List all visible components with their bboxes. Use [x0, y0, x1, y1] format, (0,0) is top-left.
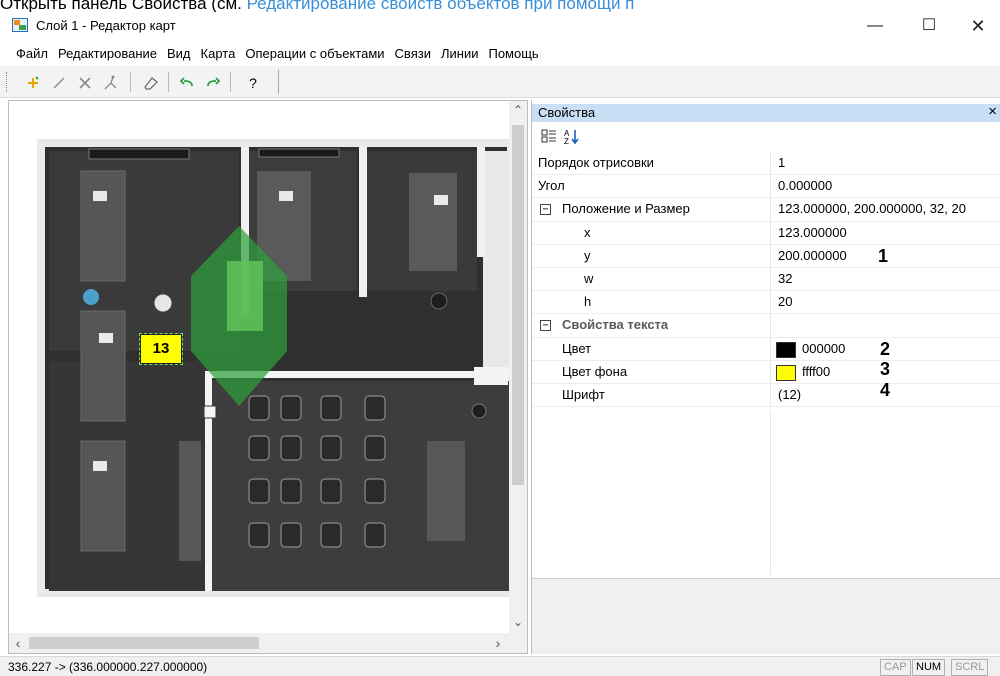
- map-pane: 13 ⌃ ⌄ ‹ ›: [8, 100, 528, 654]
- redo-icon[interactable]: [204, 74, 222, 92]
- property-value[interactable]: 32: [778, 271, 792, 286]
- property-row[interactable]: Цвет 000000 2: [532, 337, 1000, 361]
- scroll-right-icon[interactable]: ›: [489, 633, 507, 653]
- svg-text:Z: Z: [564, 137, 569, 146]
- map-text-object-13[interactable]: 13: [139, 333, 183, 365]
- num-lock-indicator: NUM: [912, 659, 946, 676]
- property-name: Цвет: [562, 340, 592, 356]
- property-name: y: [584, 247, 591, 263]
- maximize-button[interactable]: ☐: [906, 12, 952, 40]
- property-value[interactable]: 20: [778, 294, 792, 309]
- vertical-scrollbar[interactable]: ⌃ ⌄: [509, 101, 527, 633]
- scroll-left-icon[interactable]: ‹: [9, 633, 27, 653]
- collapse-icon[interactable]: −: [540, 204, 551, 216]
- alphabetical-sort-icon[interactable]: AZ: [562, 128, 580, 146]
- property-row[interactable]: Шрифт (12) 4: [532, 380, 1000, 408]
- window-title: Слой 1 - Редактор карт: [36, 18, 176, 33]
- category-name: Свойства текста: [562, 317, 669, 333]
- map-editor-app-icon: [12, 18, 28, 32]
- property-name: w: [584, 270, 594, 286]
- property-row[interactable]: w 32: [532, 267, 1000, 292]
- scroll-up-icon[interactable]: ⌃: [509, 101, 527, 119]
- property-description-box: [532, 578, 1000, 654]
- eraser-icon[interactable]: [142, 74, 160, 92]
- draw-line-icon[interactable]: [50, 74, 68, 92]
- annotation-number: 3: [880, 358, 891, 379]
- menu-file[interactable]: Файл: [11, 40, 53, 61]
- property-row-group[interactable]: − Положение и Размер 123.000000, 200.000…: [532, 198, 1000, 222]
- property-grid-empty: [532, 410, 1000, 575]
- property-name: x: [584, 224, 591, 240]
- delete-icon[interactable]: [76, 74, 94, 92]
- document-caption: Открыть панель Свойства (см. Редактирова…: [0, 0, 634, 13]
- map-canvas[interactable]: 13: [9, 101, 509, 633]
- toolbar-grip[interactable]: [6, 72, 9, 92]
- properties-close-icon[interactable]: ×: [988, 103, 997, 120]
- property-value[interactable]: ffff00: [802, 364, 830, 379]
- vertical-scroll-thumb[interactable]: [512, 125, 524, 485]
- close-button[interactable]: ✕: [955, 12, 1000, 40]
- property-value[interactable]: 123.000000: [778, 225, 847, 240]
- menu-map[interactable]: Карта: [196, 40, 241, 61]
- property-row[interactable]: h 20: [532, 291, 1000, 315]
- scroll-corner: [509, 633, 527, 653]
- property-row[interactable]: x 123.000000: [532, 221, 1000, 245]
- add-point-icon[interactable]: [24, 74, 42, 92]
- office-floorplan: [9, 101, 509, 633]
- status-bar: 336.227 -> (336.000000.227.000000) CAP N…: [0, 656, 1000, 676]
- background-color-swatch[interactable]: [776, 364, 796, 381]
- property-row[interactable]: y 200.000000 1: [532, 244, 1000, 268]
- annotation-number: 2: [880, 338, 891, 359]
- menu-object-operations[interactable]: Операции с объектами: [240, 40, 389, 61]
- property-grid: Порядок отрисовки 1 Угол 0.000000 − Поло…: [532, 152, 1000, 408]
- property-row[interactable]: Цвет фона ffff00 3: [532, 358, 1000, 384]
- property-name: Угол: [538, 178, 565, 194]
- annotation-number: 4: [880, 379, 891, 400]
- scroll-lock-indicator: SCRL: [951, 659, 989, 676]
- property-name: Шрифт: [562, 386, 605, 402]
- property-value[interactable]: 0.000000: [778, 178, 832, 193]
- properties-panel: Свойства × AZ Порядок отрисовки 1 Угол 0…: [531, 100, 1000, 654]
- categorized-view-icon[interactable]: [540, 128, 558, 146]
- property-name: Цвет фона: [562, 363, 628, 379]
- property-value[interactable]: 000000: [802, 341, 845, 356]
- menu-bar: Файл Редактирование Вид Карта Операции с…: [0, 40, 1000, 66]
- property-value[interactable]: 123.000000, 200.000000, 32, 20: [778, 201, 966, 216]
- property-name: Положение и Размер: [562, 201, 690, 217]
- horizontal-scroll-thumb[interactable]: [29, 637, 259, 649]
- property-row[interactable]: Порядок отрисовки 1: [532, 152, 1000, 176]
- edit-vertex-icon[interactable]: [102, 74, 120, 92]
- annotation-number: 1: [878, 245, 889, 266]
- menu-lines[interactable]: Линии: [436, 40, 484, 61]
- property-category[interactable]: − Свойства текста: [532, 314, 1000, 338]
- property-value[interactable]: 200.000000: [778, 248, 847, 263]
- collapse-icon[interactable]: −: [540, 320, 551, 332]
- horizontal-scrollbar[interactable]: ‹ ›: [9, 633, 509, 653]
- cursor-coordinates: 336.227 -> (336.000000.227.000000): [8, 660, 208, 674]
- minimize-button[interactable]: —: [852, 12, 898, 40]
- menu-view[interactable]: Вид: [162, 40, 196, 61]
- properties-header: Свойства ×: [532, 103, 1000, 122]
- menu-links[interactable]: Связи: [390, 40, 436, 61]
- scroll-down-icon[interactable]: ⌄: [509, 613, 527, 631]
- caps-lock-indicator: CAP: [880, 659, 911, 676]
- help-icon[interactable]: ?: [244, 74, 262, 92]
- toolbar: ?: [0, 66, 1000, 98]
- properties-title: Свойства: [538, 105, 596, 120]
- menu-edit[interactable]: Редактирование: [53, 40, 162, 61]
- title-bar: Слой 1 - Редактор карт — ☐ ✕: [0, 12, 1000, 40]
- undo-icon[interactable]: [178, 74, 196, 92]
- menu-help[interactable]: Помощь: [483, 40, 543, 61]
- properties-toolbar: AZ: [532, 124, 1000, 150]
- property-value[interactable]: 1: [778, 155, 785, 170]
- property-row[interactable]: Угол 0.000000: [532, 175, 1000, 199]
- property-name: h: [584, 294, 592, 310]
- property-name: Порядок отрисовки: [538, 155, 654, 170]
- color-swatch[interactable]: [776, 341, 796, 358]
- property-value[interactable]: (12): [778, 387, 801, 402]
